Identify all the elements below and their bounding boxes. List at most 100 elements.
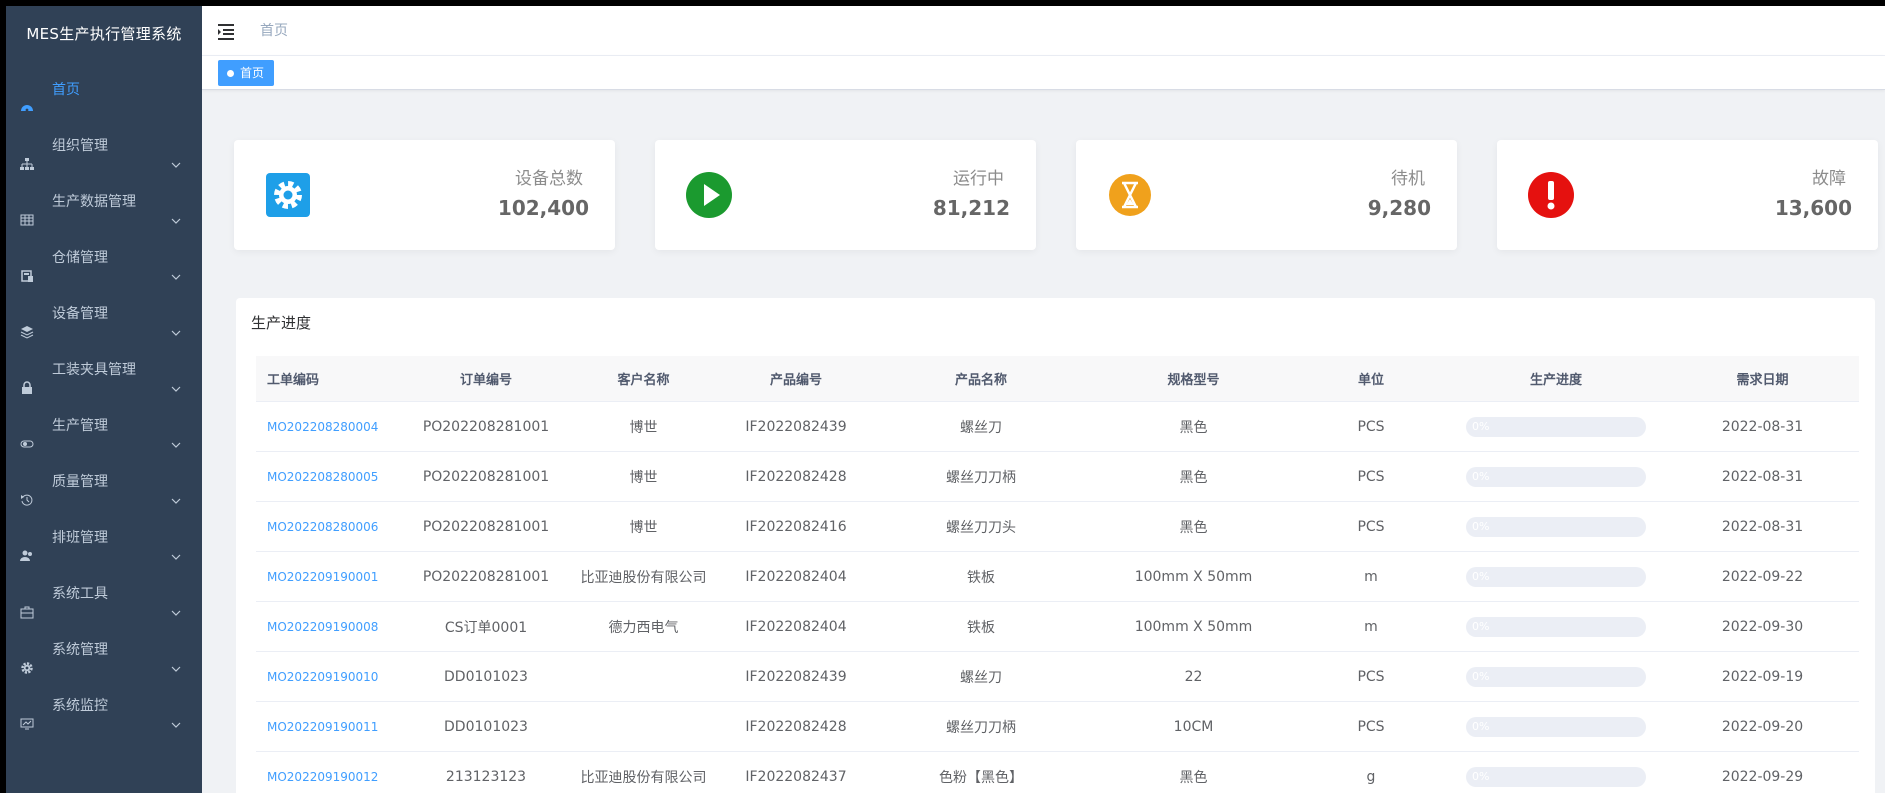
sidebar-item-3[interactable]: 仓储管理 xyxy=(6,230,202,286)
cell-spec: 100mm X 50mm xyxy=(1091,551,1296,602)
cell-customer xyxy=(566,651,721,702)
chevron-down-icon xyxy=(170,419,182,448)
table-row: MO202209190011 DD0101023 IF2022082428 螺丝刀刀柄… xyxy=(256,701,1859,752)
work-order-link[interactable]: MO202208280005 xyxy=(256,451,406,502)
cell-due: 2022-09-30 xyxy=(1666,601,1859,652)
cell-order-no: CS订单0001 xyxy=(406,601,566,652)
progress-cell: 0% xyxy=(1446,601,1666,652)
column-header[interactable]: 规格型号 xyxy=(1091,356,1296,402)
hamburger-icon[interactable] xyxy=(217,21,237,41)
work-order-link[interactable]: MO202208280004 xyxy=(256,401,406,452)
sidebar-item-label: 生产管理 xyxy=(52,418,108,434)
work-order-link[interactable]: MO202209190001 xyxy=(256,551,406,602)
sidebar-item-label: 系统管理 xyxy=(52,642,108,658)
table-row: MO202209190008 CS订单0001 德力西电气 IF2022082404 铁… xyxy=(256,601,1859,652)
production-progress-panel: 生产进度 工单编码 订单编号 客户名称 产品编号 产品名称 规格型号 单位 生产进度 需求日期 … xyxy=(236,298,1875,793)
sidebar-item-2[interactable]: 生产数据管理 xyxy=(6,174,202,230)
progress-text: 0% xyxy=(1472,469,1490,483)
sidebar-item-5[interactable]: 工装夹具管理 xyxy=(6,342,202,398)
sidebar-item-label: 生产数据管理 xyxy=(52,194,136,210)
cell-product-no: IF2022082416 xyxy=(721,501,871,552)
sidebar-item-6[interactable]: 生产管理 xyxy=(6,398,202,454)
table-row: MO202209190010 DD0101023 IF2022082439 螺丝刀 22… xyxy=(256,651,1859,702)
table-row: MO202208280004 PO202208281001 博世 IF20220824… xyxy=(256,401,1859,452)
chevron-down-icon xyxy=(170,643,182,672)
cell-product-no: IF2022082439 xyxy=(721,401,871,452)
app-title[interactable]: MES生产执行管理系统 xyxy=(6,6,202,62)
cell-product-no: IF2022082428 xyxy=(721,701,871,752)
sidebar-item-8[interactable]: 排班管理 xyxy=(6,510,202,566)
cell-unit: PCS xyxy=(1296,501,1446,552)
column-header[interactable]: 产品名称 xyxy=(871,356,1091,402)
tag-home[interactable]: 首页 xyxy=(218,60,275,86)
cell-spec: 黑色 xyxy=(1091,751,1296,793)
breadcrumb[interactable]: 首页 xyxy=(260,6,288,56)
column-header[interactable]: 产品编号 xyxy=(721,356,871,402)
cell-spec: 黑色 xyxy=(1091,501,1296,552)
stat-value: 13,600 xyxy=(1774,196,1852,220)
progress-text: 0% xyxy=(1472,719,1490,733)
chevron-down-icon xyxy=(170,699,182,728)
progress-bar: 0% xyxy=(1466,716,1646,737)
stat-label: 待机 xyxy=(1391,169,1425,189)
cell-order-no: PO202208281001 xyxy=(406,501,566,552)
lock-icon xyxy=(20,363,34,394)
cell-spec: 黑色 xyxy=(1091,401,1296,452)
cell-due: 2022-09-29 xyxy=(1666,751,1859,793)
progress-cell: 0% xyxy=(1446,651,1666,702)
progress-cell: 0% xyxy=(1446,451,1666,502)
table-header-row: 工单编码 订单编号 客户名称 产品编号 产品名称 规格型号 单位 生产进度 需求日期 xyxy=(256,356,1859,402)
work-order-link[interactable]: MO202209190012 xyxy=(256,751,406,793)
sidebar-item-7[interactable]: 质量管理 xyxy=(6,454,202,510)
sidebar-item-11[interactable]: 系统监控 xyxy=(6,678,202,734)
monitor-icon xyxy=(20,699,34,730)
stat-card-2[interactable]: 待机 9,280 xyxy=(1076,140,1457,250)
column-header[interactable]: 工单编码 xyxy=(256,356,406,402)
sidebar-item-10[interactable]: 系统管理 xyxy=(6,622,202,678)
column-header[interactable]: 订单编号 xyxy=(406,356,566,402)
sidebar-item-1[interactable]: 组织管理 xyxy=(6,118,202,174)
cell-unit: m xyxy=(1296,551,1446,602)
progress-cell: 0% xyxy=(1446,501,1666,552)
progress-table: 工单编码 订单编号 客户名称 产品编号 产品名称 规格型号 单位 生产进度 需求日期 MO202… xyxy=(256,356,1859,793)
layers-icon xyxy=(20,307,34,339)
sidebar-item-9[interactable]: 系统工具 xyxy=(6,566,202,622)
cell-spec: 100mm X 50mm xyxy=(1091,601,1296,652)
work-order-link[interactable]: MO202209190008 xyxy=(256,601,406,652)
cell-product-no: IF2022082404 xyxy=(721,551,871,602)
cell-product-name: 螺丝刀 xyxy=(871,401,1091,452)
stat-label: 设备总数 xyxy=(515,169,583,189)
cell-product-name: 螺丝刀 xyxy=(871,651,1091,702)
column-header[interactable]: 客户名称 xyxy=(566,356,721,402)
cell-customer: 博世 xyxy=(566,501,721,552)
cell-product-name: 铁板 xyxy=(871,551,1091,602)
progress-text: 0% xyxy=(1472,619,1490,633)
sidebar-item-label: 系统监控 xyxy=(52,698,108,714)
cell-order-no: PO202208281001 xyxy=(406,451,566,502)
work-order-link[interactable]: MO202209190011 xyxy=(256,701,406,752)
column-header[interactable]: 需求日期 xyxy=(1666,356,1859,402)
cell-order-no: DD0101023 xyxy=(406,701,566,752)
progress-cell: 0% xyxy=(1446,401,1666,452)
cell-spec: 10CM xyxy=(1091,701,1296,752)
sidebar-item-0[interactable]: 首页 xyxy=(6,62,202,118)
chevron-down-icon xyxy=(170,139,182,168)
sidebar-menu: 首页 组织管理 生产数据管理 仓储管理 设备管理 工装夹具管理 生产管理 质量管理 排班管理 系统… xyxy=(6,62,202,734)
cell-due: 2022-08-31 xyxy=(1666,501,1859,552)
sidebar-item-label: 设备管理 xyxy=(52,306,108,322)
cell-unit: g xyxy=(1296,751,1446,793)
stats-cards: 设备总数 102,400 运行中 81,212 待机 9,280 故障 13,600 xyxy=(234,140,1878,250)
column-header[interactable]: 生产进度 xyxy=(1446,356,1666,402)
work-order-link[interactable]: MO202208280006 xyxy=(256,501,406,552)
sidebar-item-4[interactable]: 设备管理 xyxy=(6,286,202,342)
column-header[interactable]: 单位 xyxy=(1296,356,1446,402)
stat-card-1[interactable]: 运行中 81,212 xyxy=(655,140,1036,250)
dashboard-icon xyxy=(20,83,34,112)
cell-product-no: IF2022082437 xyxy=(721,751,871,793)
alert-icon xyxy=(1527,171,1575,219)
cell-due: 2022-09-20 xyxy=(1666,701,1859,752)
play-icon xyxy=(685,171,733,219)
work-order-link[interactable]: MO202209190010 xyxy=(256,651,406,702)
stat-card-3[interactable]: 故障 13,600 xyxy=(1497,140,1878,250)
stat-card-0[interactable]: 设备总数 102,400 xyxy=(234,140,615,250)
